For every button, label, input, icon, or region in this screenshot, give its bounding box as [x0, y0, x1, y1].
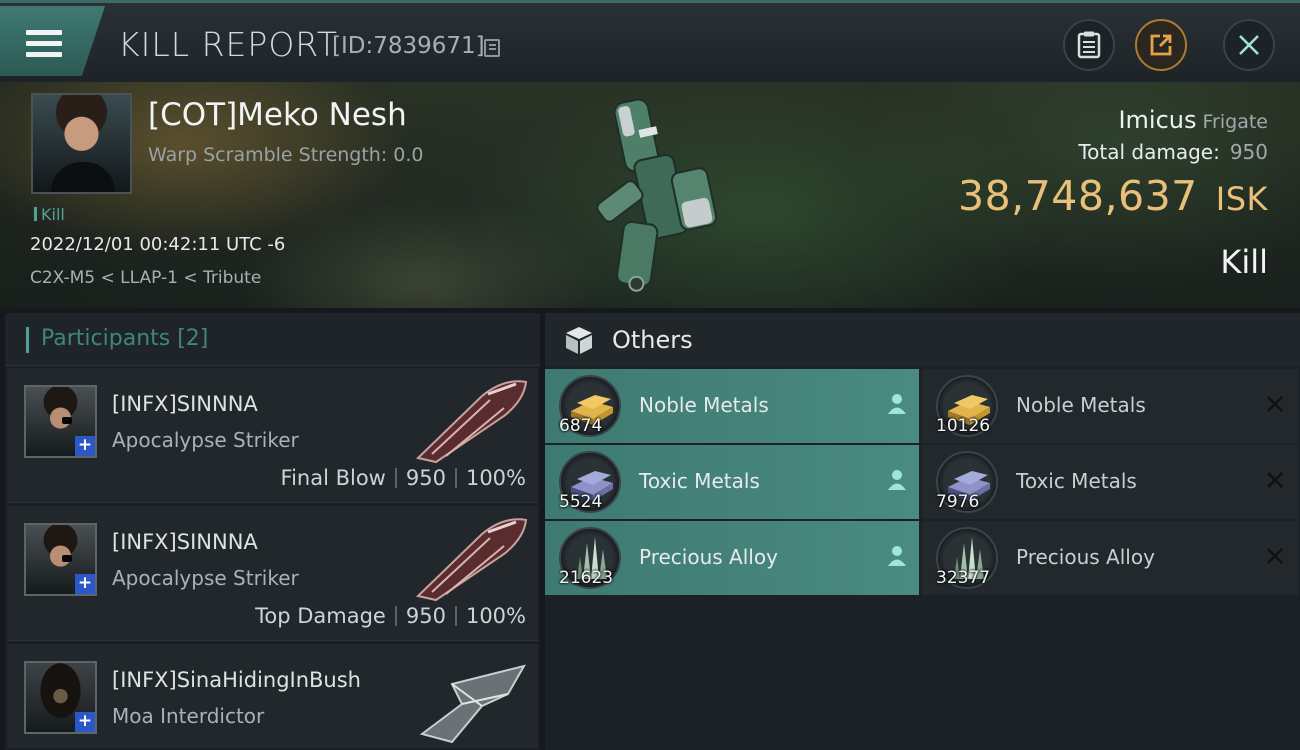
victim-ship-image[interactable] [575, 88, 735, 303]
warp-scramble-strength: Warp Scramble Strength: 0.0 [148, 144, 424, 166]
moa-interdictor-ship-image [419, 664, 527, 744]
total-damage-label: Total damage: [1078, 140, 1220, 164]
menu-button[interactable] [0, 6, 105, 76]
loot-item-dropped[interactable]: 6874 Noble Metals [545, 369, 919, 443]
participant-name: [INFX]SINNNA [112, 530, 258, 554]
participant-stats: Final Blow 950 100% [281, 466, 526, 490]
person-icon [888, 546, 906, 566]
loot-item-dropped[interactable]: 21623 Precious Alloy [545, 521, 919, 595]
destroyed-x-icon [1267, 396, 1283, 412]
participant-damage: 950 [405, 466, 446, 490]
loot-item-destroyed[interactable]: 7976 Toxic Metals [922, 445, 1298, 519]
participant-avatar[interactable]: + [24, 385, 97, 458]
loot-quantity: 7976 [936, 492, 980, 512]
loot-item-destroyed[interactable]: 32377 Precious Alloy [922, 521, 1298, 595]
apocalypse-striker-ship-image [415, 380, 528, 464]
loot-quantity: 21623 [559, 568, 614, 588]
participant-name: [INFX]SinaHidingInBush [112, 668, 361, 692]
person-icon [888, 394, 906, 414]
victim-ship-name: Imicus [1118, 106, 1197, 134]
copy-icon[interactable] [484, 39, 500, 57]
close-icon [1239, 35, 1259, 55]
participant-ship: Apocalypse Striker [112, 428, 299, 452]
loot-name: Noble Metals [639, 393, 769, 417]
plus-badge-icon: + [75, 712, 95, 732]
participants-title: Participants [2] [41, 326, 209, 351]
participant-row[interactable]: + [INFX]SinaHidingInBush Moa Interdictor [7, 644, 538, 748]
victim-summary: [COT]Meko Nesh Warp Scramble Strength: 0… [0, 82, 1300, 308]
report-id: [ID:7839671] [332, 33, 485, 59]
participant-ship: Moa Interdictor [112, 704, 265, 728]
clipboard-icon [1077, 31, 1101, 59]
cube-icon [566, 327, 592, 354]
page-title: KILL REPORT [118, 25, 338, 64]
loot-quantity: 10126 [936, 416, 991, 436]
loot-quantity: 5524 [559, 492, 603, 512]
victim-ship[interactable]: Imicus Frigate [1118, 106, 1268, 134]
participant-role: Final Blow [280, 466, 386, 490]
share-icon [1150, 34, 1172, 56]
plus-badge-icon: + [75, 574, 95, 594]
kill-result: Kill [1220, 243, 1268, 281]
loot-name: Noble Metals [1016, 393, 1146, 417]
isk-amount: 38,748,637 [958, 172, 1198, 220]
loot-quantity: 6874 [559, 416, 603, 436]
loot-item-dropped[interactable]: 5524 Toxic Metals [545, 445, 919, 519]
participant-avatar[interactable]: + [24, 523, 97, 596]
victim-avatar[interactable] [31, 93, 132, 194]
isk-unit: ISK [1215, 180, 1268, 218]
total-damage: Total damage: 950 [1078, 140, 1268, 164]
kill-tag: Kill [34, 205, 65, 224]
participant-row[interactable]: + [INFX]SINNNA Apocalypse Striker Top Da… [7, 506, 538, 641]
participant-percent: 100% [465, 604, 526, 628]
person-icon [888, 470, 906, 490]
loot-name: Precious Alloy [639, 545, 778, 569]
participant-damage: 950 [405, 604, 446, 628]
participant-percent: 100% [465, 466, 526, 490]
destroyed-x-icon [1267, 472, 1283, 488]
isk-value: 38,748,637 ISK [958, 172, 1268, 220]
participant-row[interactable]: + [INFX]SINNNA Apocalypse Striker Final … [7, 368, 538, 503]
loot-quantity: 32377 [936, 568, 991, 588]
participants-header: Participants [2] [5, 313, 540, 366]
plus-badge-icon: + [75, 436, 95, 456]
participant-avatar[interactable]: + [24, 661, 97, 734]
kill-location[interactable]: C2X-M5 < LLAP-1 < Tribute [30, 268, 261, 288]
loot-item-destroyed[interactable]: 10126 Noble Metals [922, 369, 1298, 443]
participant-name: [INFX]SINNNA [112, 392, 258, 416]
total-damage-value: 950 [1229, 140, 1268, 164]
loot-name: Precious Alloy [1016, 545, 1155, 569]
clipboard-button[interactable] [1063, 19, 1115, 71]
section-accent-bar [26, 327, 29, 353]
apocalypse-striker-ship-image [415, 518, 528, 602]
top-bar: KILL REPORT [ID:7839671] [0, 0, 1300, 82]
kill-timestamp: 2022/12/01 00:42:11 UTC -6 [30, 234, 286, 255]
victim-ship-class: Frigate [1202, 111, 1268, 133]
share-button[interactable] [1135, 19, 1187, 71]
loot-name: Toxic Metals [1016, 469, 1137, 493]
close-button[interactable] [1223, 19, 1275, 71]
participant-ship: Apocalypse Striker [112, 566, 299, 590]
loot-name: Toxic Metals [639, 469, 760, 493]
destroyed-x-icon [1267, 548, 1283, 564]
hamburger-icon [26, 30, 62, 58]
victim-name[interactable]: [COT]Meko Nesh [148, 97, 407, 133]
others-title: Others [612, 326, 693, 354]
participant-role: Top Damage [255, 604, 386, 628]
participant-stats: Top Damage 950 100% [255, 604, 526, 628]
